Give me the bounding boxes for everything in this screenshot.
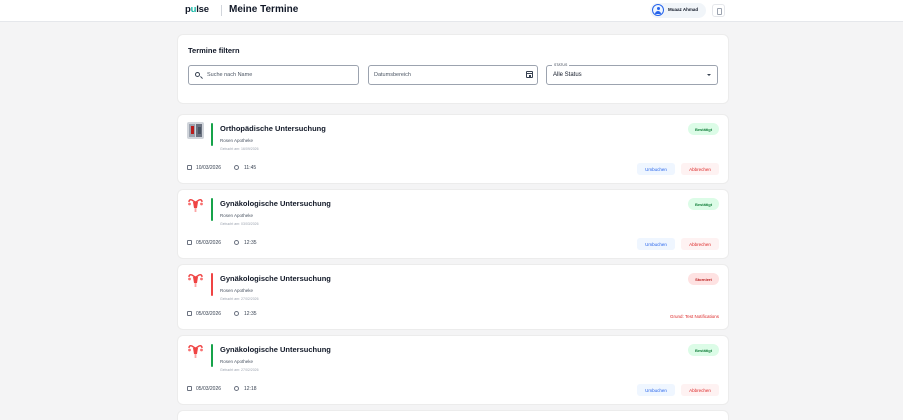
appointment-time: 11:45 bbox=[244, 165, 257, 171]
appointment-time: 12:35 bbox=[244, 311, 257, 317]
appointment-title: Gynäkologische Untersuchung bbox=[220, 345, 331, 354]
rebook-button[interactable]: Umbuchen bbox=[637, 238, 675, 250]
date-placeholder: Datumsbereich bbox=[374, 72, 411, 78]
user-name: Muaaz Ahmad bbox=[668, 7, 699, 12]
status-select[interactable]: STATUS Alle Status bbox=[546, 63, 718, 85]
logout-icon[interactable] bbox=[712, 4, 725, 17]
appointment-meta: 05/03/2026 12:18 bbox=[187, 386, 387, 392]
rebook-button[interactable]: Umbuchen bbox=[637, 384, 675, 396]
status-badge: Storniert bbox=[688, 273, 719, 285]
booked-date: Gebucht am: 27/02/2026 bbox=[220, 368, 259, 372]
booked-date: Gebucht am: 27/02/2026 bbox=[220, 297, 259, 301]
status-badge: Bestätigt bbox=[688, 198, 719, 210]
appointment-meta: 10/03/2026 11:45 bbox=[187, 165, 387, 171]
status-accent-bar bbox=[211, 123, 213, 146]
appointment-card bbox=[178, 411, 728, 420]
calendar-icon bbox=[187, 386, 192, 391]
appointment-time: 12:35 bbox=[244, 240, 257, 246]
header-divider bbox=[221, 5, 222, 16]
appointment-card: Gynäkologische Untersuchung Rosen Apothe… bbox=[178, 190, 728, 258]
status-value: Alle Status bbox=[553, 72, 582, 78]
status-accent-bar bbox=[211, 273, 213, 296]
search-placeholder: Suche nach Name bbox=[207, 72, 253, 78]
rebook-button[interactable]: Umbuchen bbox=[637, 163, 675, 175]
status-badge: Bestätigt bbox=[688, 344, 719, 356]
filter-title: Termine filtern bbox=[188, 46, 240, 55]
appointment-card: Gynäkologische Untersuchung Rosen Apothe… bbox=[178, 265, 728, 329]
uterus-icon bbox=[188, 345, 203, 358]
appointment-location: Rosen Apotheke bbox=[220, 213, 254, 218]
booked-date: Gebucht am: 03/03/2026 bbox=[220, 222, 259, 226]
status-label: STATUS bbox=[552, 63, 570, 67]
booked-date: Gebucht am: 16/09/2026 bbox=[220, 147, 259, 151]
calendar-icon[interactable] bbox=[526, 71, 533, 78]
appointment-card: Orthopädische Untersuchung Rosen Apothek… bbox=[178, 115, 728, 183]
appointment-meta: 05/03/2026 12:35 bbox=[187, 240, 387, 246]
status-accent-bar bbox=[211, 198, 213, 221]
user-avatar-icon bbox=[652, 4, 664, 16]
cancel-button[interactable]: Abbrechen bbox=[681, 384, 719, 396]
appointment-title: Gynäkologische Untersuchung bbox=[220, 274, 331, 283]
uterus-icon bbox=[188, 274, 203, 287]
search-input[interactable]: Suche nach Name bbox=[188, 65, 359, 85]
status-badge: Bestätigt bbox=[688, 123, 719, 135]
appointment-time: 12:18 bbox=[244, 386, 257, 392]
appointment-location: Rosen Apotheke bbox=[220, 138, 254, 143]
cancel-button[interactable]: Abbrechen bbox=[681, 163, 719, 175]
appointment-title: Gynäkologische Untersuchung bbox=[220, 199, 331, 208]
appointment-location: Rosen Apotheke bbox=[220, 359, 254, 364]
status-accent-bar bbox=[211, 344, 213, 367]
clock-icon bbox=[234, 311, 239, 316]
clock-icon bbox=[234, 240, 239, 245]
cancel-button[interactable]: Abbrechen bbox=[681, 238, 719, 250]
calendar-icon bbox=[187, 240, 192, 245]
appointment-date: 10/03/2026 bbox=[196, 165, 222, 171]
appointment-card: Gynäkologische Untersuchung Rosen Apothe… bbox=[178, 336, 728, 404]
uterus-icon bbox=[188, 199, 203, 212]
appointment-date: 05/03/2026 bbox=[196, 240, 222, 246]
orthopedic-image bbox=[187, 122, 204, 139]
chevron-down-icon bbox=[707, 74, 711, 76]
cancellation-reason: Grund: Test Notifications bbox=[670, 314, 719, 319]
calendar-icon bbox=[187, 165, 192, 170]
appointment-date: 05/03/2026 bbox=[196, 386, 222, 392]
clock-icon bbox=[234, 165, 239, 170]
search-icon bbox=[195, 72, 200, 77]
appointment-title: Orthopädische Untersuchung bbox=[220, 124, 326, 133]
appointment-date: 05/03/2026 bbox=[196, 311, 222, 317]
pulse-logo[interactable]: pulse bbox=[185, 4, 209, 15]
appointment-meta: 05/03/2026 12:35 bbox=[187, 311, 387, 317]
calendar-icon bbox=[187, 311, 192, 316]
clock-icon bbox=[234, 386, 239, 391]
appointment-location: Rosen Apotheke bbox=[220, 288, 254, 293]
page-title: Meine Termine bbox=[229, 4, 299, 15]
date-range-input[interactable]: Datumsbereich bbox=[368, 65, 538, 85]
top-bar bbox=[0, 0, 903, 22]
